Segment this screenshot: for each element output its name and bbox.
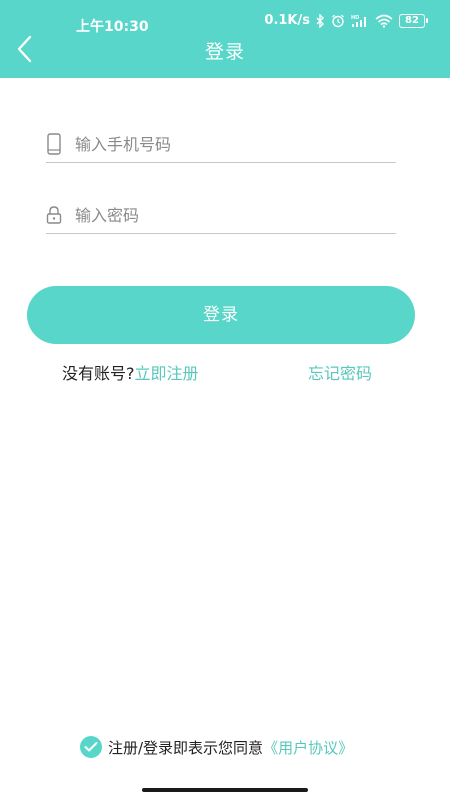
wifi-icon xyxy=(375,14,393,28)
agreement-text: 注册/登录即表示您同意 xyxy=(108,738,264,757)
battery-icon: 82 xyxy=(399,13,428,28)
alarm-icon xyxy=(331,14,345,28)
password-field[interactable] xyxy=(46,197,396,234)
password-input[interactable] xyxy=(75,205,375,225)
network-speed: 0.1K/s xyxy=(264,13,310,28)
status-bar: 上午10:30 0.1K/s HD 82 xyxy=(0,0,450,36)
user-agreement-link[interactable]: 《用户协议》 xyxy=(263,737,353,758)
svg-text:HD: HD xyxy=(351,15,359,21)
register-prompt: 没有账号?立即注册 xyxy=(62,360,199,384)
login-button[interactable]: 登录 xyxy=(27,286,415,344)
status-icons: 0.1K/s HD 82 xyxy=(264,13,428,28)
agreement-checkbox[interactable] xyxy=(80,736,102,758)
phone-field[interactable] xyxy=(46,126,396,163)
agreement-row: 注册/登录即表示您同意 《用户协议》 xyxy=(80,736,353,758)
status-time: 上午10:30 xyxy=(76,19,149,35)
page-title: 登录 xyxy=(204,41,245,63)
forgot-password-link[interactable]: 忘记密码 xyxy=(308,360,372,384)
bluetooth-icon xyxy=(316,13,325,28)
register-link[interactable]: 立即注册 xyxy=(135,364,199,383)
lock-icon xyxy=(46,204,62,226)
checkmark-icon xyxy=(84,742,98,752)
phone-icon xyxy=(46,133,62,155)
no-account-text: 没有账号? xyxy=(62,364,135,383)
app-header: 上午10:30 0.1K/s HD 82 登录 xyxy=(0,0,450,78)
hd-signal-icon: HD xyxy=(351,14,369,28)
battery-level: 82 xyxy=(399,13,425,28)
phone-input[interactable] xyxy=(75,134,375,154)
home-indicator xyxy=(142,788,308,792)
